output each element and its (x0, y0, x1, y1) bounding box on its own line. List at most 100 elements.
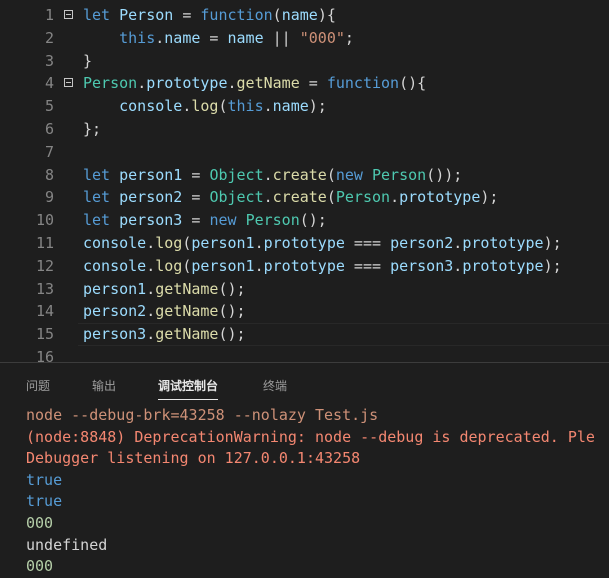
code-line[interactable]: 4 Person.prototype.getName = function(){ (0, 72, 609, 95)
code-token: . (254, 256, 264, 275)
code-token: person2 (83, 302, 147, 321)
code-token: person1 (119, 165, 183, 184)
code-line[interactable]: 6}; (0, 118, 609, 141)
fold-toggle-icon[interactable] (64, 78, 73, 88)
code-token: ); (308, 97, 327, 116)
line-number: 14 (35, 302, 54, 321)
code-token: name (272, 97, 309, 116)
code-token: ( (218, 97, 228, 116)
code-token: || (263, 28, 300, 47)
code-line[interactable]: 12 console.log(person1.prototype === pers… (0, 255, 609, 278)
code-token: = (200, 28, 228, 47)
line-number: 8 (44, 165, 54, 184)
code-editor[interactable]: 1 let Person = function(name){2 this.name… (0, 0, 609, 362)
code-text: let person2 = Object.create(Person.proto… (83, 186, 498, 209)
line-number: 13 (35, 279, 54, 298)
tab-output[interactable]: 输出 (92, 377, 116, 394)
code-token: ); (480, 188, 499, 207)
code-token: . (146, 234, 156, 252)
code-token: let (83, 165, 120, 184)
code-text: Person.prototype.getName = function(){ (83, 72, 426, 95)
code-token: console (119, 97, 183, 116)
code-line[interactable]: 15 person3.getName(); (0, 323, 609, 347)
code-token: person3 (83, 325, 147, 344)
code-line[interactable]: 9 let person2 = Object.create(Person.prot… (0, 186, 609, 209)
code-token: person1 (191, 234, 255, 252)
fold-toggle-icon[interactable] (64, 10, 73, 19)
code-token: person1 (191, 256, 255, 275)
code-token: . (254, 234, 264, 252)
code-token: this (227, 97, 264, 116)
code-token: getName (155, 279, 219, 298)
code-token: . (263, 165, 273, 184)
code-token: Person (372, 165, 427, 184)
code-token: . (146, 256, 156, 275)
code-token: prototype (146, 74, 228, 93)
code-text: let Person = function(name){ (83, 4, 336, 27)
code-text: person1.getName(); (83, 278, 246, 301)
console-output-line: true (26, 492, 63, 511)
code-token: getName (155, 325, 219, 344)
code-token: === (344, 234, 391, 252)
code-token: } (83, 51, 93, 70)
code-token: name (227, 28, 264, 47)
code-line[interactable]: 13 person1.getName(); (0, 278, 609, 301)
console-output-line: (node:8848) DeprecationWarning: node --d… (26, 427, 595, 446)
code-token: Person (83, 74, 138, 93)
code-token: let (83, 6, 120, 24)
line-number: 1 (44, 6, 54, 24)
code-token: log (155, 256, 183, 275)
code-text: person3.getName(); (83, 323, 246, 346)
code-token: getName (155, 302, 219, 321)
code-token: name (164, 28, 201, 47)
code-token: (){ (399, 74, 427, 93)
tab-problems[interactable]: 问题 (26, 377, 50, 394)
code-token: getName (236, 74, 300, 93)
code-token: . (453, 256, 463, 275)
code-token: prototype (263, 234, 345, 252)
tab-terminal[interactable]: 终端 (263, 377, 287, 394)
console-output-line: node --debug-brk=43258 --nolazy Test.js (26, 406, 379, 424)
code-line[interactable]: 14 person2.getName(); (0, 300, 609, 323)
code-line[interactable]: 5 console.log(this.name); (0, 95, 609, 118)
code-token: log (191, 97, 219, 116)
bottom-panel: 问题 输出 调试控制台 终端 node --debug-brk=43258 --… (0, 362, 609, 576)
code-token: new (335, 165, 372, 184)
code-token: create (272, 188, 327, 207)
code-text: } (83, 50, 92, 73)
code-token: Person (119, 6, 174, 24)
code-line[interactable]: 7 (0, 141, 609, 164)
code-token: ); (543, 234, 562, 252)
code-token: (); (218, 325, 246, 344)
line-number: 9 (44, 188, 54, 207)
code-token: === (344, 256, 391, 275)
code-token: . (146, 325, 156, 344)
code-token: ( (326, 188, 336, 207)
code-token: = (182, 165, 210, 184)
code-line[interactable]: 2 this.name = name || "000"; (0, 27, 609, 50)
code-text: console.log(this.name); (83, 95, 327, 118)
code-line[interactable]: 10 let person3 = new Person(); (0, 209, 609, 232)
line-number: 16 (35, 348, 54, 362)
code-token: name (281, 6, 318, 24)
code-token: Person (335, 188, 391, 207)
line-number: 4 (44, 74, 54, 93)
code-token: . (227, 74, 237, 93)
code-line[interactable]: 8 let person1 = Object.create(new Person(… (0, 164, 609, 187)
code-line[interactable]: 3} (0, 50, 609, 73)
code-line[interactable]: 11 console.log(person1.prototype === pers… (0, 232, 609, 255)
tab-debug-console[interactable]: 调试控制台 (158, 377, 219, 400)
code-token: . (263, 188, 273, 207)
line-number: 11 (35, 234, 54, 252)
code-token: . (263, 97, 273, 116)
code-token: new (209, 211, 246, 230)
code-token: function (200, 6, 273, 24)
code-token: person3 (119, 211, 183, 230)
line-number: 7 (44, 142, 54, 161)
line-number: 2 (44, 28, 54, 47)
code-token: console (83, 256, 147, 275)
code-token: = (182, 188, 210, 207)
code-line[interactable]: 16 (0, 346, 609, 362)
code-line[interactable]: 1 let Person = function(name){ (0, 4, 609, 27)
